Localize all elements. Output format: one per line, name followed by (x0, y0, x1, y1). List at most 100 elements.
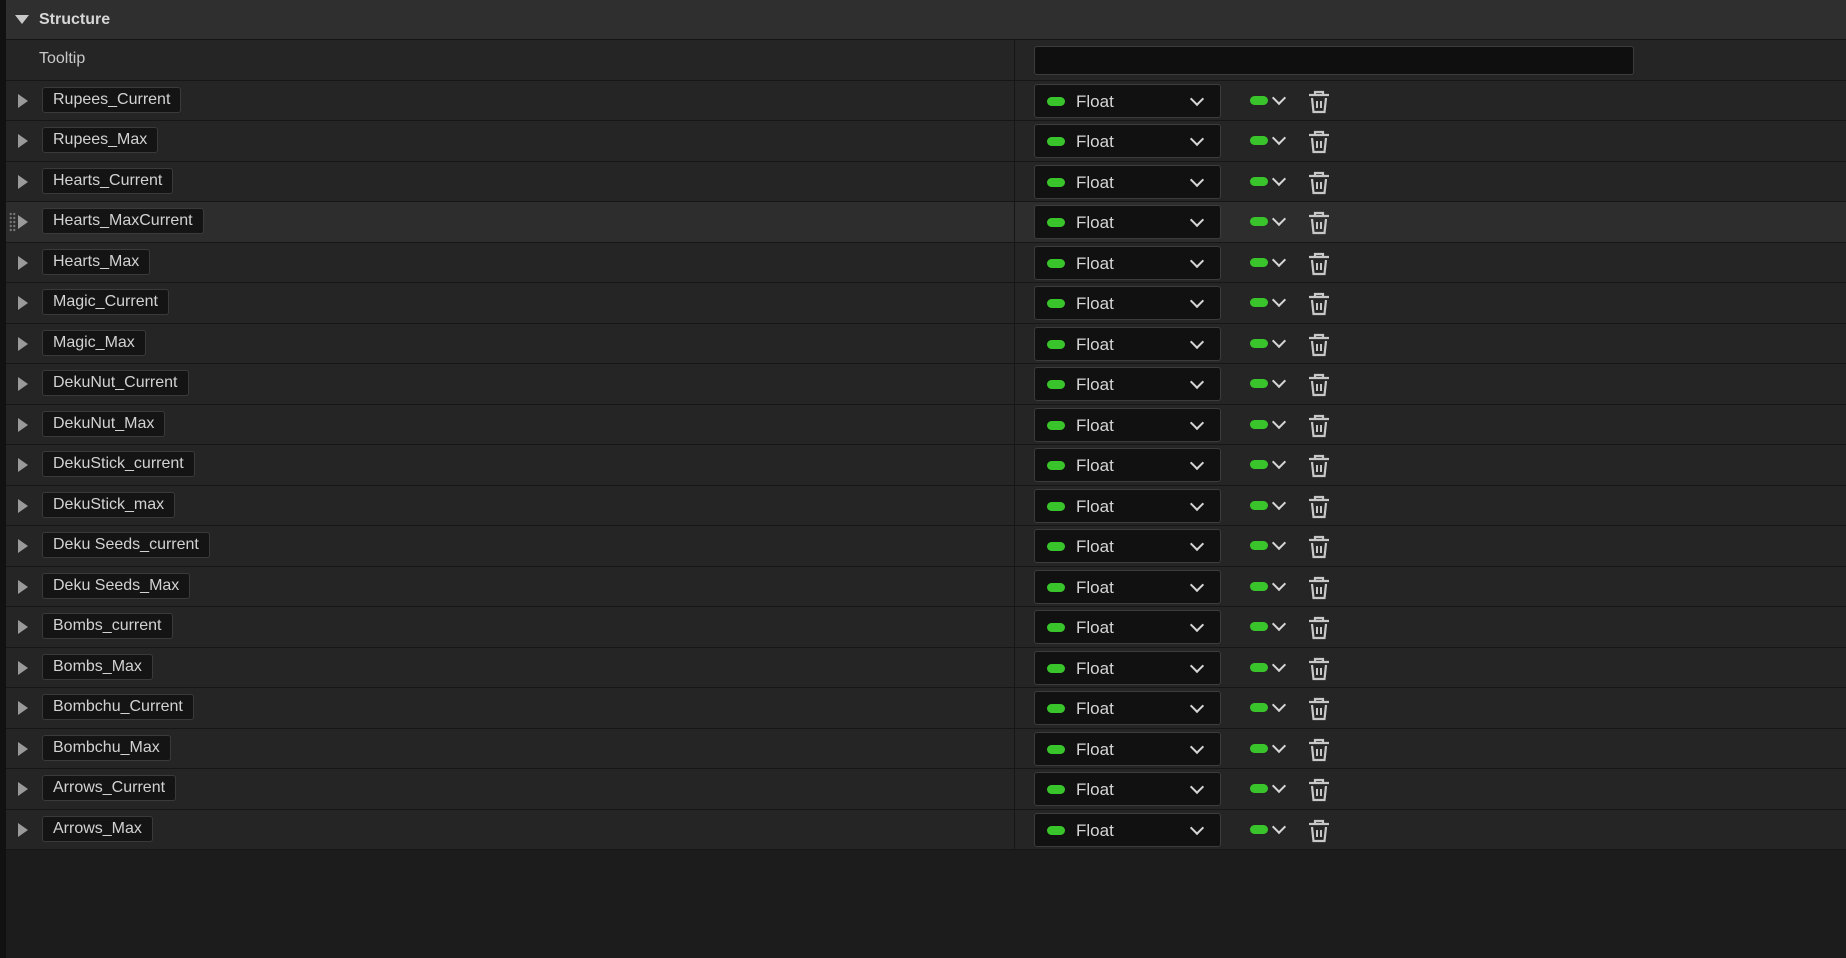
container-type-dropdown[interactable] (1246, 736, 1294, 762)
trash-icon[interactable] (1307, 495, 1331, 519)
trash-icon[interactable] (1307, 171, 1331, 195)
expand-triangle-icon[interactable] (18, 174, 28, 189)
trash-icon[interactable] (1307, 819, 1331, 843)
container-type-dropdown[interactable] (1246, 493, 1294, 519)
variable-row[interactable]: DekuStick_max Float (6, 485, 1846, 526)
variable-name-field[interactable]: Arrows_Current (42, 775, 177, 801)
trash-icon[interactable] (1307, 778, 1331, 802)
column-divider[interactable] (1014, 485, 1015, 525)
trash-icon[interactable] (1307, 454, 1331, 478)
tooltip-input[interactable] (1034, 46, 1634, 75)
container-type-dropdown[interactable] (1246, 209, 1294, 235)
trash-icon[interactable] (1307, 373, 1331, 397)
variable-type-dropdown[interactable]: Float (1034, 610, 1221, 644)
expand-triangle-icon[interactable] (18, 539, 28, 553)
variable-row[interactable]: Deku Seeds_current Float (6, 526, 1846, 567)
column-divider[interactable] (1014, 526, 1015, 566)
column-divider[interactable] (1014, 445, 1015, 485)
expand-triangle-icon[interactable] (18, 296, 28, 310)
expand-triangle-icon[interactable] (18, 377, 28, 391)
container-type-dropdown[interactable] (1246, 290, 1294, 316)
variable-name-field[interactable]: Bombs_current (42, 613, 173, 639)
variable-row[interactable]: Magic_Max Float (6, 323, 1846, 364)
container-type-dropdown[interactable] (1246, 695, 1294, 721)
expand-triangle-icon[interactable] (18, 458, 28, 472)
expand-triangle-icon[interactable] (18, 134, 28, 148)
trash-icon[interactable] (1307, 616, 1331, 640)
column-divider[interactable] (1014, 809, 1015, 849)
variable-row[interactable]: DekuNut_Max Float (6, 404, 1846, 445)
variable-name-field[interactable]: DekuNut_Current (42, 370, 189, 396)
container-type-dropdown[interactable] (1246, 655, 1294, 681)
variable-name-field[interactable]: Hearts_Max (42, 248, 151, 275)
variable-type-dropdown[interactable]: Float (1034, 367, 1221, 401)
variable-row[interactable]: Hearts_Max Float (6, 242, 1846, 283)
container-type-dropdown[interactable] (1246, 452, 1294, 478)
variable-type-dropdown[interactable]: Float (1034, 164, 1221, 199)
variable-name-field[interactable]: Rupees_Current (42, 86, 182, 113)
structure-section-header[interactable]: Structure (6, 0, 1846, 40)
container-type-dropdown[interactable] (1246, 331, 1294, 357)
column-divider[interactable] (1014, 404, 1015, 444)
variable-type-dropdown[interactable]: Float (1034, 691, 1221, 725)
container-type-dropdown[interactable] (1246, 574, 1294, 600)
container-type-dropdown[interactable] (1246, 614, 1294, 640)
variable-type-dropdown[interactable]: Float (1034, 569, 1221, 604)
expand-triangle-icon[interactable] (18, 336, 28, 351)
variable-type-dropdown[interactable]: Float (1034, 124, 1221, 158)
variable-row[interactable]: Bombchu_Current Float (6, 688, 1846, 729)
expand-triangle-icon[interactable] (18, 579, 28, 594)
trash-icon[interactable] (1307, 252, 1331, 276)
variable-type-dropdown[interactable]: Float (1034, 731, 1221, 766)
column-divider[interactable] (1014, 647, 1015, 687)
variable-name-field[interactable]: Magic_Current (42, 289, 169, 315)
expand-triangle-icon[interactable] (18, 701, 28, 715)
container-type-dropdown[interactable] (1246, 371, 1294, 397)
trash-icon[interactable] (1307, 90, 1331, 114)
container-type-dropdown[interactable] (1246, 250, 1294, 276)
container-type-dropdown[interactable] (1246, 776, 1294, 802)
expand-triangle-icon[interactable] (18, 215, 28, 229)
variable-row[interactable]: Arrows_Max Float (6, 809, 1846, 850)
column-divider[interactable] (1014, 242, 1015, 282)
variable-name-field[interactable]: Deku Seeds_Max (42, 572, 191, 599)
container-type-dropdown[interactable] (1246, 533, 1294, 559)
trash-icon[interactable] (1307, 576, 1331, 600)
expand-triangle-icon[interactable] (18, 620, 28, 634)
variable-name-field[interactable]: DekuStick_current (42, 451, 195, 477)
expand-triangle-icon[interactable] (18, 417, 28, 432)
column-divider[interactable] (1014, 364, 1015, 404)
variable-row[interactable]: Hearts_Current Float (6, 161, 1846, 202)
expand-triangle-icon[interactable] (18, 255, 28, 270)
trash-icon[interactable] (1307, 130, 1331, 154)
variable-row[interactable]: Magic_Current Float (6, 283, 1846, 324)
column-divider[interactable] (1014, 80, 1015, 120)
variable-type-dropdown[interactable]: Float (1034, 488, 1221, 523)
column-divider[interactable] (1014, 607, 1015, 647)
variable-type-dropdown[interactable]: Float (1034, 650, 1221, 685)
variable-name-field[interactable]: Magic_Max (42, 329, 146, 356)
expand-triangle-icon[interactable] (18, 782, 28, 796)
column-divider[interactable] (1014, 283, 1015, 323)
variable-type-dropdown[interactable]: Float (1034, 245, 1221, 280)
trash-icon[interactable] (1307, 697, 1331, 721)
variable-name-field[interactable]: Bombs_Max (42, 653, 153, 680)
variable-row[interactable]: Bombs_current Float (6, 607, 1846, 648)
variable-name-field[interactable]: Deku Seeds_current (42, 532, 210, 558)
variable-row[interactable]: Rupees_Max Float (6, 121, 1846, 162)
column-divider[interactable] (1014, 121, 1015, 161)
variable-row[interactable]: Bombs_Max Float (6, 647, 1846, 688)
column-divider[interactable] (1014, 161, 1015, 201)
variable-type-dropdown[interactable]: Float (1034, 326, 1221, 361)
trash-icon[interactable] (1307, 333, 1331, 357)
column-divider[interactable] (1014, 566, 1015, 606)
variable-row[interactable]: Deku Seeds_Max Float (6, 566, 1846, 607)
variable-row[interactable]: Bombchu_Max Float (6, 728, 1846, 769)
container-type-dropdown[interactable] (1246, 412, 1294, 438)
container-type-dropdown[interactable] (1246, 88, 1294, 114)
expand-triangle-icon[interactable] (18, 741, 28, 756)
trash-icon[interactable] (1307, 738, 1331, 762)
column-divider[interactable] (1014, 728, 1015, 768)
variable-name-field[interactable]: Hearts_Current (42, 167, 174, 194)
variable-name-field[interactable]: Rupees_Max (42, 127, 159, 153)
